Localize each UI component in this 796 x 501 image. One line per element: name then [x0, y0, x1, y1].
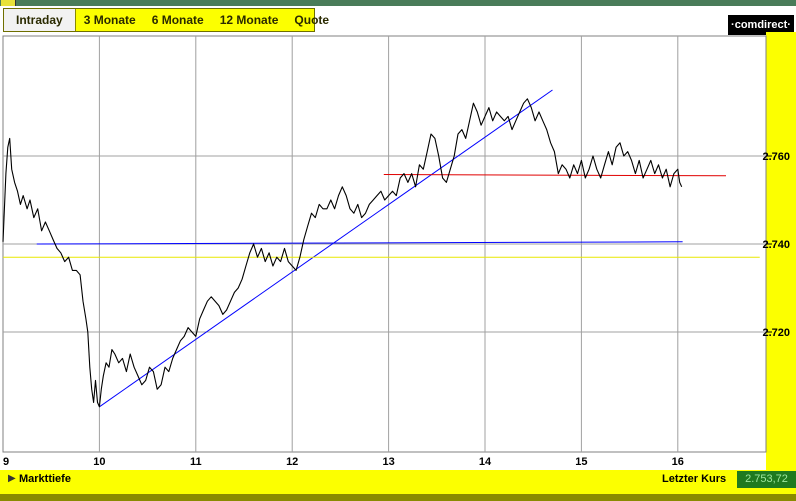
x-tick-label: 14 [479, 456, 492, 468]
x-tick-label: 12 [286, 456, 298, 468]
last-price-value: 2.753,72 [737, 471, 796, 488]
x-tick-label: 16 [672, 456, 684, 468]
status-bar: ▶ Markttiefe Letzter Kurs 2.753,72 [0, 470, 796, 501]
resistance-line [383, 173, 727, 177]
y-tick-label: 2.760 [762, 151, 790, 163]
price-line [2, 98, 683, 408]
x-tick-label: 13 [382, 456, 394, 468]
last-price-label: Letzter Kurs [662, 473, 727, 485]
y-axis-panel [766, 32, 796, 470]
triangle-right-icon[interactable]: ▶ [8, 473, 16, 484]
x-tick-label: 9 [3, 456, 9, 468]
tab-intraday[interactable]: Intraday [4, 9, 76, 31]
chart-toolbar: Intraday 3 Monate 6 Monate 12 Monate Quo… [0, 6, 796, 35]
markttiefe-link[interactable]: Markttiefe [19, 473, 71, 485]
y-tick-label: 2.720 [762, 327, 790, 339]
y-tick-label: 2.740 [762, 239, 790, 251]
tab-quote[interactable]: Quote [286, 9, 337, 31]
chart-svg: 9 10 11 12 13 14 15 16 2.720 2.740 2.760 [2, 32, 796, 470]
x-tick-label: 10 [93, 456, 105, 468]
tab-12-monate[interactable]: 12 Monate [212, 9, 287, 31]
x-tick-label: 11 [190, 456, 202, 468]
tab-6-monate[interactable]: 6 Monate [144, 9, 212, 31]
status-bar-border [0, 494, 796, 501]
tab-3-monate[interactable]: 3 Monate [76, 9, 144, 31]
timeframe-tabs: Intraday 3 Monate 6 Monate 12 Monate Quo… [3, 8, 329, 32]
x-tick-label: 15 [575, 456, 587, 468]
intraday-chart: 9 10 11 12 13 14 15 16 2.720 2.740 2.760 [0, 32, 796, 470]
